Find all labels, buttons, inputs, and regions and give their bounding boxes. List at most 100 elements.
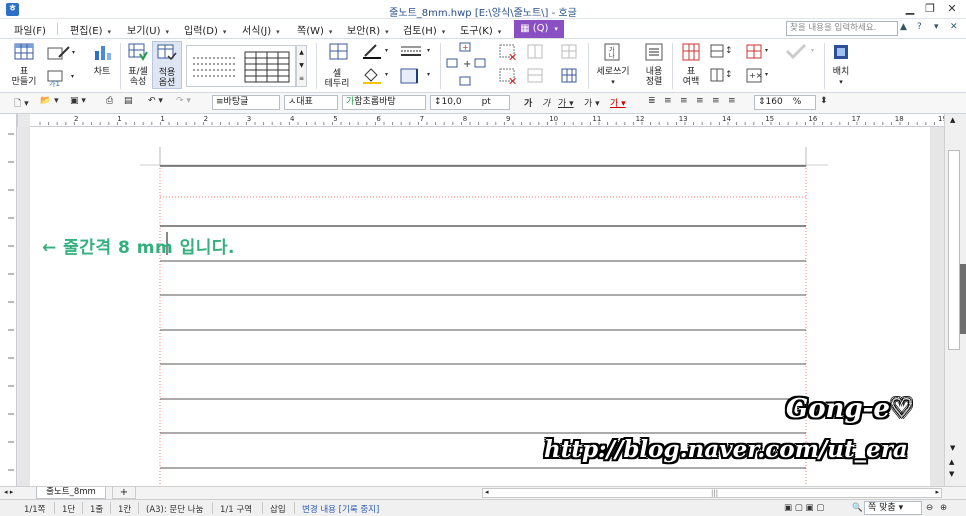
restore-icon[interactable]: ❐ bbox=[920, 2, 940, 16]
font-color-button[interactable]: 가 ▾ bbox=[610, 96, 626, 109]
previous-page-icon[interactable]: ▲ bbox=[949, 458, 954, 466]
horizontal-ruler[interactable]: 2 1 1 2 3 4 5 6 7 8 9 10 11 12 13 14 15 16 17 18 19 bbox=[30, 114, 947, 127]
bold-button[interactable]: 가 bbox=[524, 96, 532, 109]
line-spacing-select[interactable]: ⇕160% bbox=[754, 95, 816, 110]
close-doc-icon[interactable]: ✕ bbox=[950, 22, 958, 32]
align-justify-icon[interactable]: ≣ bbox=[648, 96, 656, 106]
table-draw-button[interactable] bbox=[46, 45, 76, 64]
style-select[interactable]: ≡바탕글 bbox=[212, 95, 280, 110]
menu-table[interactable]: ▦ (Q) ▾ bbox=[514, 20, 564, 38]
language-select[interactable]: ㅅ대표 bbox=[284, 95, 338, 110]
cell-merge-button[interactable] bbox=[524, 67, 548, 88]
side-panel-handle[interactable] bbox=[960, 264, 966, 334]
preview-icon[interactable]: ▤ bbox=[124, 96, 133, 106]
chevron-down-icon: ▾ bbox=[107, 28, 112, 36]
zoom-in-icon[interactable]: ⊕ bbox=[940, 503, 947, 513]
apply-options-button[interactable]: 적용 옵션 bbox=[152, 41, 182, 89]
menu-view[interactable]: 보기(U) ▾ bbox=[127, 22, 169, 37]
font-size-select[interactable]: ↕10,0 pt bbox=[430, 95, 510, 110]
minimize-icon[interactable]: ▁ bbox=[900, 2, 920, 16]
search-input[interactable]: 찾을 내용을 입력하세요. bbox=[786, 21, 898, 36]
open-folder-icon[interactable]: 📂 ▾ bbox=[40, 96, 59, 106]
ruler-number: 1 bbox=[160, 115, 165, 123]
zoom-select[interactable]: 쪽 맞춤 ▾ bbox=[864, 501, 922, 515]
save-icon[interactable]: ▣ ▾ bbox=[70, 96, 86, 106]
align-right-icon[interactable]: ≡ bbox=[696, 96, 704, 106]
ribbon-collapse-icon[interactable]: ▲ bbox=[900, 22, 907, 32]
vertical-ruler[interactable] bbox=[0, 114, 17, 486]
underline-button[interactable]: 가 ▾ bbox=[558, 96, 574, 109]
line-color-button[interactable] bbox=[360, 43, 392, 62]
tab-document[interactable]: 줄노트_8mm bbox=[36, 487, 106, 499]
menu-review[interactable]: 검토(H) ▾ bbox=[403, 22, 445, 37]
italic-button[interactable]: 가 bbox=[542, 96, 550, 109]
align-split-icon[interactable]: ≡ bbox=[728, 96, 736, 106]
increase-spacing-icon[interactable]: ⬍ bbox=[820, 96, 828, 106]
help-icon[interactable]: ? bbox=[917, 22, 922, 32]
align-left-icon[interactable]: ≡ bbox=[664, 96, 672, 106]
scroll-up-icon[interactable]: ▲ bbox=[950, 116, 955, 124]
menu-file[interactable]: 파일(F) bbox=[14, 22, 46, 37]
menu-security[interactable]: 보안(R) ▾ bbox=[347, 22, 389, 37]
menu-tools[interactable]: 도구(K) ▾ bbox=[460, 22, 501, 37]
column-width-button[interactable]: ↕ bbox=[708, 67, 736, 88]
scroll-thumb[interactable] bbox=[948, 150, 960, 350]
line-style-button[interactable] bbox=[398, 43, 434, 62]
document-page[interactable] bbox=[30, 127, 930, 486]
scroll-right-icon[interactable]: ▸ bbox=[935, 488, 939, 496]
status-col: 1칸 bbox=[118, 505, 132, 515]
status-track-changes[interactable]: 변경 내용 [기록 중지] bbox=[302, 503, 379, 515]
undo-icon[interactable]: ↶ ▾ bbox=[148, 96, 163, 106]
delete-column-button[interactable]: ✕ bbox=[496, 43, 520, 66]
cell-button[interactable] bbox=[326, 43, 352, 64]
scroll-grip-icon[interactable]: ||| bbox=[711, 489, 718, 497]
status-page[interactable]: 1/1쪽 bbox=[24, 503, 46, 515]
menu-page[interactable]: 쪽(W) ▾ bbox=[297, 22, 332, 37]
tab-nav-icon[interactable]: ◂ ▸ bbox=[4, 488, 13, 496]
table-style-button[interactable]: 가1 bbox=[46, 69, 76, 90]
font-select[interactable]: 가함초롬바탕 bbox=[342, 95, 426, 110]
insert-cells-button[interactable]: + + bbox=[444, 41, 492, 92]
scroll-down-icon[interactable]: ▼ bbox=[950, 444, 955, 452]
settings-icon[interactable]: ▾ bbox=[934, 22, 939, 32]
cell-grid-button[interactable] bbox=[558, 67, 582, 88]
align-distribute-icon[interactable]: ≡ bbox=[712, 96, 720, 106]
strikethrough-button[interactable]: 가 ▾ bbox=[584, 96, 600, 109]
content-align-button[interactable]: 내용 정렬 bbox=[640, 43, 668, 87]
table-margin-button[interactable]: 표 여백 bbox=[678, 43, 704, 87]
gallery-scroll[interactable]: ▲ ▼ ≡ bbox=[296, 45, 307, 87]
formula-button[interactable] bbox=[744, 43, 772, 64]
menu-edit[interactable]: 편집(E) ▾ bbox=[70, 22, 111, 37]
new-document-icon[interactable]: 🗋 ▾ bbox=[14, 96, 29, 112]
add-tab-button[interactable]: + bbox=[112, 487, 136, 499]
border-type-button[interactable] bbox=[398, 67, 434, 88]
fill-color-button[interactable] bbox=[360, 67, 392, 88]
horizontal-scrollbar[interactable]: ◂ ||| ▸ bbox=[482, 488, 942, 498]
arrange-button[interactable]: 배치 ▾ bbox=[828, 43, 854, 87]
close-icon[interactable]: ✕ bbox=[942, 2, 962, 16]
zoom-icon[interactable]: 🔍 bbox=[852, 503, 863, 513]
document-workspace[interactable] bbox=[18, 127, 944, 486]
cell-split-button[interactable] bbox=[524, 43, 548, 64]
calc-button[interactable]: +× bbox=[744, 67, 772, 88]
row-height-button[interactable]: ↕ bbox=[708, 43, 736, 64]
menu-insert[interactable]: 입력(D) ▾ bbox=[184, 22, 226, 37]
quick-calc-button[interactable] bbox=[782, 43, 818, 62]
redo-icon[interactable]: ↷ ▾ bbox=[176, 96, 191, 106]
chart-button[interactable]: 차트 bbox=[88, 43, 116, 77]
view-mode-icons[interactable]: ▣ ▢ ▣ ▢ bbox=[784, 503, 824, 513]
print-icon[interactable]: ⎙ bbox=[106, 96, 113, 106]
table-cell-properties-button[interactable]: 표/셀 속성 bbox=[124, 43, 152, 87]
make-table-button[interactable]: 표 만들기 bbox=[8, 43, 40, 87]
delete-row-button[interactable]: ✕ bbox=[496, 67, 520, 90]
zoom-out-icon[interactable]: ⊖ bbox=[926, 503, 933, 513]
next-page-icon[interactable]: ▼ bbox=[949, 470, 954, 478]
vertical-scrollbar[interactable]: ▲ ▼ ▲ ▼ bbox=[944, 114, 966, 486]
vertical-write-button[interactable]: 가나 세로쓰기 ▾ bbox=[594, 43, 632, 87]
scroll-left-icon[interactable]: ◂ bbox=[485, 488, 489, 496]
menu-format[interactable]: 서식(J) ▾ bbox=[242, 22, 280, 37]
cell-divide-button[interactable] bbox=[558, 43, 582, 64]
align-center-icon[interactable]: ≡ bbox=[680, 96, 688, 106]
status-insert[interactable]: 삽입 bbox=[270, 503, 286, 515]
table-style-gallery[interactable] bbox=[186, 45, 296, 87]
